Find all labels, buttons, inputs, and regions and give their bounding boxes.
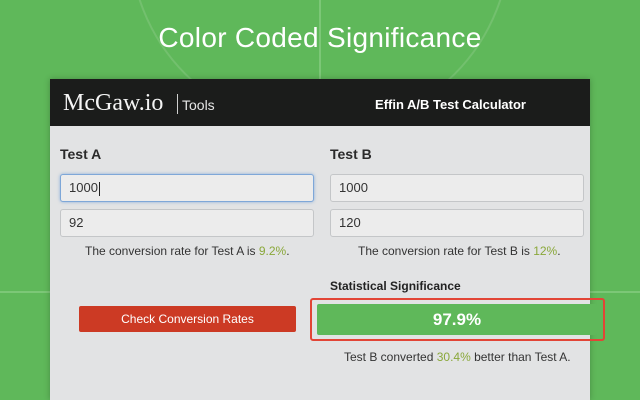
test-b-label: Test B <box>330 146 372 162</box>
brand-divider <box>177 94 178 114</box>
test-a-visitors-value: 1000 <box>69 180 98 195</box>
test-a-rate-suffix: . <box>286 244 290 258</box>
brand-logo[interactable]: McGaw.io <box>63 90 163 117</box>
test-a-rate-text: The conversion rate for Test A is 9.2%. <box>85 244 290 258</box>
result-suffix: better than Test A. <box>470 350 571 364</box>
test-b-rate-prefix: The conversion rate for Test B is <box>358 244 534 258</box>
significance-result-bar: 97.9% <box>317 304 597 335</box>
test-a-rate-prefix: The conversion rate for Test A is <box>85 244 259 258</box>
test-a-label: Test A <box>60 146 102 162</box>
test-b-visitors-value: 1000 <box>339 180 368 195</box>
test-b-conversions-value: 120 <box>339 215 361 230</box>
test-a-visitors-input[interactable]: 1000 <box>60 174 314 202</box>
significance-label: Statistical Significance <box>330 279 461 293</box>
test-b-rate-text: The conversion rate for Test B is 12%. <box>358 244 561 258</box>
text-caret <box>98 181 100 196</box>
test-b-conversions-input[interactable]: 120 <box>330 209 584 237</box>
result-lift-value: 30.4% <box>436 350 471 364</box>
test-a-rate-value: 9.2% <box>258 244 287 258</box>
calculator-window: McGaw.io Tools Effin A/B Test Calculator… <box>50 79 605 400</box>
page-headline: Color Coded Significance <box>158 22 482 53</box>
test-b-rate-value: 12% <box>533 244 558 258</box>
test-a-conversions-input[interactable]: 92 <box>60 209 314 237</box>
app-title: Effin A/B Test Calculator <box>375 97 526 112</box>
check-conversion-rates-button[interactable]: Check Conversion Rates <box>79 306 296 332</box>
result-summary: Test B converted 30.4% better than Test … <box>344 350 571 364</box>
test-a-conversions-value: 92 <box>69 215 84 230</box>
brand-tools-link[interactable]: Tools <box>182 97 215 113</box>
test-b-rate-suffix: . <box>557 244 561 258</box>
test-b-visitors-input[interactable]: 1000 <box>330 174 584 202</box>
app-header: McGaw.io Tools Effin A/B Test Calculator <box>50 79 590 126</box>
result-prefix: Test B converted <box>344 350 437 364</box>
